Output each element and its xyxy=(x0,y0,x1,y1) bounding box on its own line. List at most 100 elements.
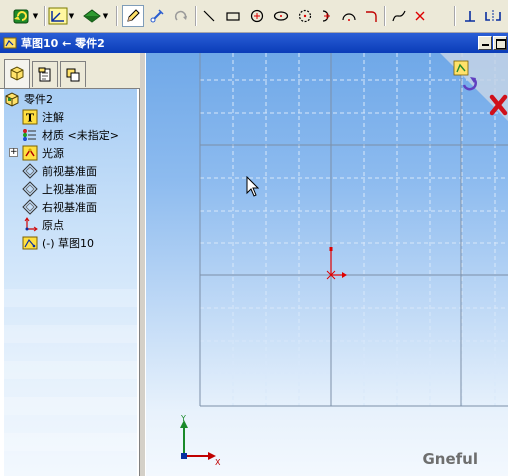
line-icon xyxy=(203,10,215,22)
rectangle-icon xyxy=(226,12,240,21)
svg-text:T: T xyxy=(26,112,35,125)
tree-item-sketch[interactable]: (-) 草图10 xyxy=(22,234,94,252)
triad-y-label: Y xyxy=(180,414,186,423)
dimension-icon xyxy=(150,9,164,23)
confirmation-corner xyxy=(440,53,508,121)
sketch-icon xyxy=(3,37,17,49)
tree-item-origin[interactable]: 原点 xyxy=(22,216,64,234)
polygon-tool[interactable] xyxy=(295,5,315,27)
pencil-icon xyxy=(127,9,140,22)
ellipse-tool[interactable] xyxy=(271,5,291,27)
document-title-bar: 草图10 ← 零件2 xyxy=(0,33,508,53)
annotation-icon: T xyxy=(22,109,38,125)
tree-item-label: (-) 草图10 xyxy=(42,237,95,250)
rebuild-dropdown[interactable]: ▼ xyxy=(8,5,42,27)
rebuild-icon xyxy=(13,9,29,24)
lighting-icon xyxy=(22,145,38,161)
plane-icon xyxy=(22,199,38,215)
maximize-button[interactable] xyxy=(493,36,507,50)
sketch-origin xyxy=(326,247,347,280)
tree-item-label: 上视基准面 xyxy=(42,183,97,196)
smart-dimension[interactable] xyxy=(146,5,168,27)
tree-item-right-plane[interactable]: 右视基准面 xyxy=(22,198,97,216)
rotate-icon xyxy=(174,10,187,21)
feature-tree-icon xyxy=(10,66,24,81)
chevron-down-icon: ▼ xyxy=(68,12,75,20)
graphics-area[interactable]: Y X Gneful xyxy=(145,53,508,476)
tab-feature-manager[interactable] xyxy=(4,59,30,88)
tree-item-top-plane[interactable]: 上视基准面 xyxy=(22,180,97,198)
triad-x-label: X xyxy=(215,458,221,466)
point-tool[interactable] xyxy=(410,5,430,27)
reference-triad: Y X xyxy=(180,414,221,466)
arc-icon xyxy=(342,13,356,21)
line-tool[interactable] xyxy=(199,5,219,27)
property-icon xyxy=(38,67,51,81)
expand-toggle[interactable]: + xyxy=(9,148,18,157)
plane-icon xyxy=(22,181,38,197)
tree-item-front-plane[interactable]: 前视基准面 xyxy=(22,162,97,180)
origin-icon xyxy=(22,217,38,233)
display-icon xyxy=(82,9,101,23)
toolbar-divider xyxy=(116,6,118,26)
tree-stripe xyxy=(4,361,137,379)
watermark-text: Gneful xyxy=(422,450,478,468)
sketch-relations-dropdown[interactable]: ▼ xyxy=(46,5,76,27)
tree-stripe xyxy=(4,433,137,451)
circle-icon xyxy=(250,9,264,23)
add-relation-tool[interactable] xyxy=(460,5,480,27)
fillet-icon xyxy=(366,11,377,22)
rotate-tool[interactable] xyxy=(170,5,192,27)
chevron-down-icon: ▼ xyxy=(32,12,39,20)
tree-root-part[interactable]: 零件2 xyxy=(4,90,53,108)
circle-tool[interactable] xyxy=(247,5,267,27)
sketch-tool[interactable] xyxy=(122,5,144,27)
mirror-tool[interactable] xyxy=(482,5,504,27)
solidworks-window: ▼ ▼ ▼ 草图10 ← 零件2 零件2 T 注解 材质 <未指定> + 光源 … xyxy=(0,0,508,476)
mouse-pointer-icon xyxy=(246,176,260,197)
window-title: 草图10 ← 零件2 xyxy=(21,37,105,50)
tree-item-label: 零件2 xyxy=(24,93,53,106)
tree-item-label: 注解 xyxy=(42,111,64,124)
tree-item-annotations[interactable]: T 注解 xyxy=(22,108,64,126)
sketch-icon xyxy=(22,235,38,251)
tree-item-label: 原点 xyxy=(42,219,64,232)
feature-manager-panel: 零件2 T 注解 材质 <未指定> + 光源 前视基准面 上视基准面 右视基准面… xyxy=(0,53,140,476)
point-icon xyxy=(415,11,425,21)
plane-icon xyxy=(22,163,38,179)
toolbar-divider xyxy=(195,6,197,26)
rectangle-tool[interactable] xyxy=(223,5,243,27)
fillet-tool[interactable] xyxy=(361,5,381,27)
tree-item-material[interactable]: 材质 <未指定> xyxy=(22,126,119,144)
toolbar-divider xyxy=(384,6,386,26)
minimize-button[interactable] xyxy=(478,36,492,50)
tree-item-lighting[interactable]: 光源 xyxy=(22,144,64,162)
polygon-icon xyxy=(298,9,312,23)
tangent-arc-icon xyxy=(322,10,330,22)
relations-icon xyxy=(48,7,68,25)
toolbar-divider xyxy=(454,6,456,26)
tree-stripe xyxy=(4,325,137,343)
tree-item-label: 前视基准面 xyxy=(42,165,97,178)
tree-stripe xyxy=(4,289,137,307)
sketch-toolbar: ▼ ▼ ▼ xyxy=(0,0,508,33)
arc-tool[interactable] xyxy=(339,5,359,27)
panel-tabs xyxy=(0,53,140,89)
part-icon xyxy=(4,91,20,107)
feature-tree: 零件2 T 注解 材质 <未指定> + 光源 前视基准面 上视基准面 右视基准面… xyxy=(4,89,137,476)
display-dropdown[interactable]: ▼ xyxy=(80,5,110,27)
tangent-arc-tool[interactable] xyxy=(317,5,337,27)
tab-configuration-manager[interactable] xyxy=(60,61,86,87)
tree-stripe xyxy=(4,397,137,415)
spline-icon xyxy=(392,10,406,22)
ellipse-icon xyxy=(273,11,289,21)
material-icon xyxy=(22,127,38,143)
perpendicular-icon xyxy=(465,11,475,22)
mirror-icon xyxy=(485,10,501,22)
tree-item-label: 光源 xyxy=(42,147,64,160)
configuration-icon xyxy=(66,68,80,81)
tree-item-label: 右视基准面 xyxy=(42,201,97,214)
spline-tool[interactable] xyxy=(388,5,410,27)
tab-property-manager[interactable] xyxy=(32,61,58,87)
tree-item-label: 材质 <未指定> xyxy=(42,129,119,142)
